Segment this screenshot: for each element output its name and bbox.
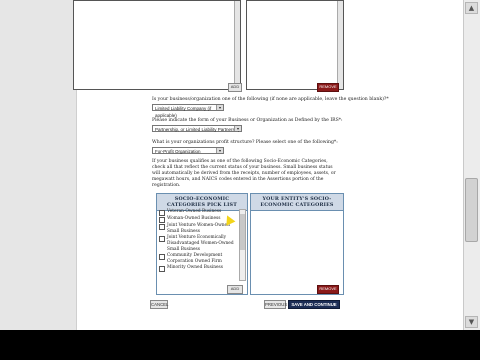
profit-structure-select[interactable]: For-Profit Organization ▾	[152, 147, 224, 154]
list-item[interactable]: Minority Owned Business	[159, 265, 239, 272]
chevron-down-icon: ▾	[216, 105, 223, 110]
checkbox[interactable]	[159, 254, 165, 260]
checkbox[interactable]	[159, 210, 165, 216]
browser-viewport: ADD REMOVE Is your business/organization…	[0, 0, 480, 330]
entity-categories-panel: YOUR ENTITY'S SOCIO-ECONOMIC CATEGORIES …	[250, 193, 344, 295]
remove-category-button[interactable]: REMOVE	[317, 285, 339, 294]
socio-economic-instructions: If your business qualifies as one of the…	[152, 159, 336, 188]
irs-form-select[interactable]: Partnership, or Limited Liability Partne…	[152, 125, 242, 132]
checkbox[interactable]	[159, 217, 165, 223]
list-item-label: Veteran-Owned Business	[167, 209, 222, 214]
checkbox[interactable]	[159, 224, 165, 230]
question-business-type-label: Is your business/organization one of the…	[152, 97, 389, 102]
question-irs-form-label: Please indicate the form of your Busines…	[152, 118, 343, 123]
add-button-top[interactable]: ADD	[228, 83, 242, 92]
remove-button-top[interactable]: REMOVE	[317, 83, 339, 92]
list-item-label: Woman-Owned Business	[167, 216, 221, 221]
pick-list-scroll-thumb[interactable]	[240, 214, 245, 250]
list-item-label: Minority Owned Business	[167, 265, 223, 270]
cancel-button[interactable]: CANCEL	[150, 300, 168, 309]
add-category-button[interactable]: ADD	[227, 285, 243, 294]
save-and-continue-button[interactable]: SAVE AND CONTINUE	[288, 300, 340, 309]
checkbox[interactable]	[159, 266, 165, 272]
list-item[interactable]: Community Development Corporation Owned …	[159, 253, 239, 265]
previous-items-textarea[interactable]	[73, 0, 241, 90]
textarea-scrollbar[interactable]	[234, 1, 240, 89]
previous-button[interactable]: PREVIOUS	[264, 300, 287, 309]
page-scroll-thumb[interactable]	[465, 178, 478, 242]
irs-form-value: Partnership, or Limited Liability Partne…	[155, 127, 241, 132]
selected-items-textarea[interactable]	[246, 0, 344, 90]
entity-categories-header: YOUR ENTITY'S SOCIO-ECONOMIC CATEGORIES	[251, 194, 343, 211]
question-profit-structure-label: What is your organizations profit struct…	[152, 140, 338, 145]
textarea-scrollbar[interactable]	[337, 1, 343, 89]
checkbox[interactable]	[159, 236, 165, 242]
chevron-down-icon: ▾	[216, 148, 223, 153]
arrow-down-icon[interactable]: ▼	[465, 316, 478, 328]
arrow-up-icon[interactable]: ▲	[465, 2, 478, 14]
pick-list-scrollbar[interactable]	[239, 209, 246, 281]
list-item-label: Community Development Corporation Owned …	[167, 253, 223, 264]
pick-list-panel: SOCIO-ECONOMIC CATEGORIES PICK LIST Vete…	[156, 193, 248, 295]
business-type-select[interactable]: Limited Liability Company (if applicable…	[152, 104, 224, 118]
profit-structure-value: For-Profit Organization	[155, 149, 201, 154]
chevron-down-icon: ▾	[234, 126, 241, 131]
list-item[interactable]: Joint Venture Economically Disadvantaged…	[159, 235, 239, 253]
list-item-label: Joint Venture Economically Disadvantaged…	[167, 235, 234, 252]
page-scrollbar[interactable]: ▲ ▼	[463, 0, 480, 330]
